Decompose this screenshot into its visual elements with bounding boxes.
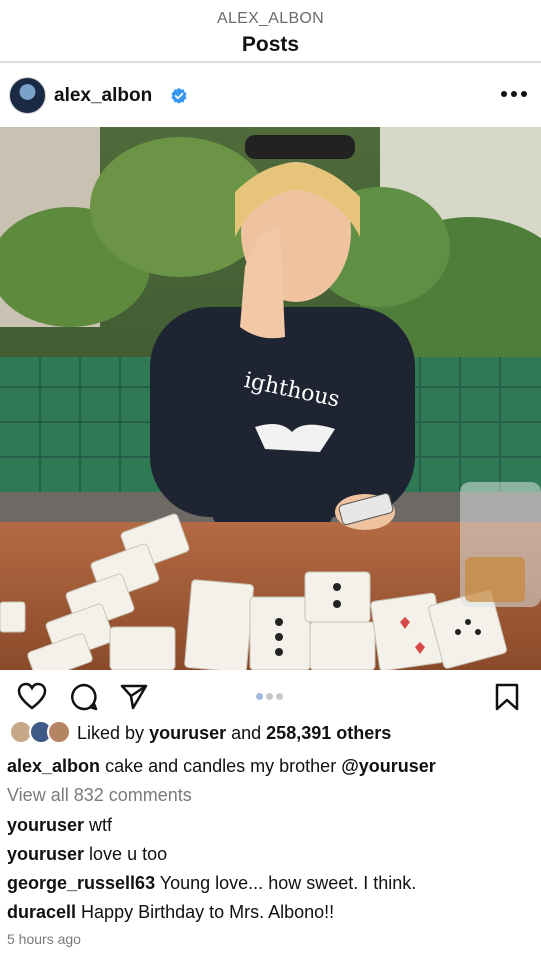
comment-username[interactable]: youruser: [7, 844, 84, 864]
verified-icon: [171, 87, 187, 104]
comment-username[interactable]: duracell: [7, 902, 76, 922]
more-icon[interactable]: [499, 82, 529, 106]
comment-text: love u too: [89, 844, 168, 864]
comment-text: Young love... how sweet. I think.: [159, 873, 417, 893]
caption: alex_albon cake and candles my brother @…: [7, 756, 436, 777]
comment-text: wtf: [89, 815, 113, 835]
likes-text: Liked by youruser and 258,391 others: [77, 723, 391, 744]
liker-username[interactable]: youruser: [149, 723, 226, 743]
caption-username[interactable]: alex_albon: [7, 756, 100, 776]
post-timestamp: 5 hours ago: [7, 931, 81, 947]
comment: youruser wtf: [7, 815, 112, 836]
page-title: Posts: [241, 33, 300, 56]
likes-row[interactable]: Liked by youruser and 258,391 others: [0, 718, 541, 750]
page-header: ALEX_ALBON Posts: [0, 0, 541, 63]
caption-mention[interactable]: @youruser: [341, 756, 436, 776]
bookmark-icon[interactable]: [494, 682, 520, 712]
post-actions: [0, 676, 541, 716]
likes-joiner: and: [231, 723, 262, 743]
post-header: alex_albon: [0, 64, 541, 127]
carousel-indicator: [256, 693, 288, 701]
likes-count[interactable]: 258,391 others: [266, 723, 391, 743]
profile-username[interactable]: ALEX_ALBON: [0, 10, 541, 28]
comment-username[interactable]: youruser: [7, 815, 84, 835]
post-author[interactable]: alex_albon: [54, 85, 152, 107]
comment-username[interactable]: george_russell63: [7, 873, 155, 893]
heart-icon[interactable]: [17, 682, 47, 710]
caption-text: cake and candles my brother: [105, 756, 337, 776]
comment: youruser love u too: [7, 844, 167, 865]
liker-avatar: [47, 720, 71, 744]
share-icon[interactable]: [119, 682, 149, 712]
avatar[interactable]: [9, 77, 46, 114]
view-comments-link[interactable]: View all 832 comments: [7, 785, 192, 806]
comment-icon[interactable]: [69, 682, 99, 712]
comment: duracell Happy Birthday to Mrs. Albono!!: [7, 902, 334, 923]
post-photo[interactable]: ighthous: [0, 127, 541, 670]
likes-prefix: Liked by: [77, 723, 145, 743]
comment-text: Happy Birthday to Mrs. Albono!!: [81, 902, 335, 922]
comment: george_russell63 Young love... how sweet…: [7, 873, 416, 894]
